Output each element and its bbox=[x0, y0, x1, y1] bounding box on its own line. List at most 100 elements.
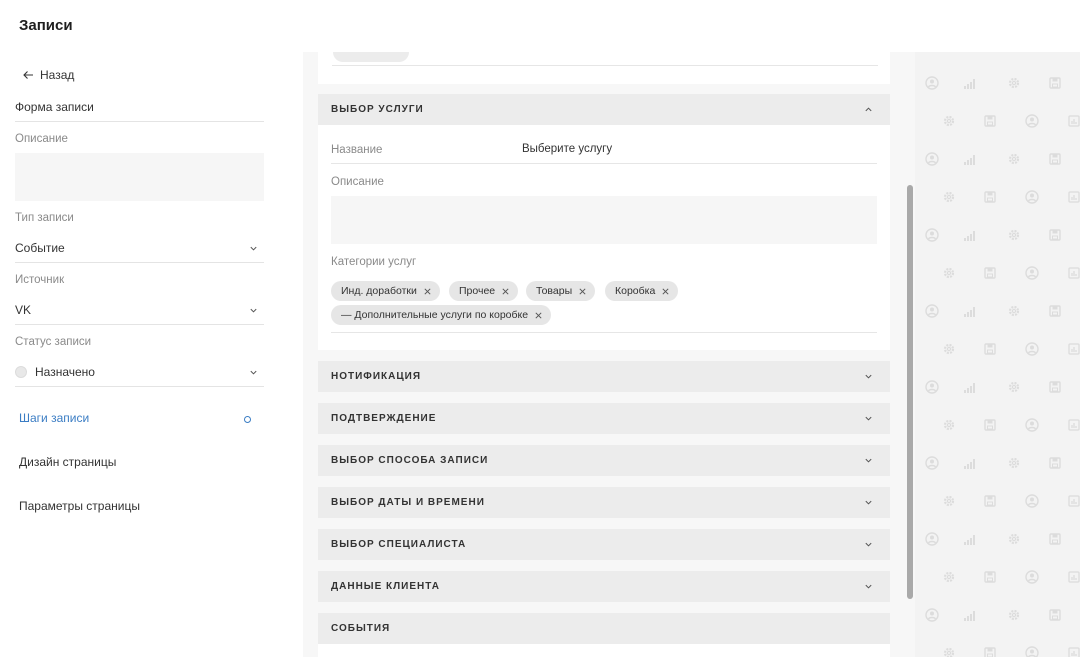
accordion-client-data[interactable]: ДАННЫЕ КЛИЕНТА bbox=[318, 571, 890, 602]
nav-item-params[interactable]: Параметры страницы bbox=[19, 499, 140, 513]
service-name-label: Название bbox=[331, 144, 383, 156]
top-bar: Записи bbox=[0, 0, 1080, 52]
accordion-date-time[interactable]: ВЫБОР ДАТЫ И ВРЕМЕНИ bbox=[318, 487, 890, 518]
accordion-booking-method[interactable]: ВЫБОР СПОСОБА ЗАПИСИ bbox=[318, 445, 890, 476]
chip-label: Коробка bbox=[615, 285, 656, 297]
gear-icon bbox=[1007, 152, 1021, 166]
source-value: VK bbox=[15, 303, 32, 317]
previous-card bbox=[318, 52, 890, 84]
chevron-down-icon bbox=[865, 500, 872, 505]
nav-item-design[interactable]: Дизайн страницы bbox=[19, 455, 116, 469]
back-link[interactable]: Назад bbox=[22, 68, 74, 82]
accordion-notification[interactable]: НОТИФИКАЦИЯ bbox=[318, 361, 890, 392]
chevron-down-icon bbox=[250, 246, 257, 251]
signal-bars-icon bbox=[963, 228, 977, 242]
accordion-events[interactable]: СОБЫТИЯ bbox=[318, 613, 890, 644]
record-type-select[interactable]: Событие bbox=[15, 239, 264, 263]
form-name-field[interactable]: Форма записи bbox=[15, 100, 264, 122]
status-label: Статус записи bbox=[15, 336, 92, 348]
chart-icon bbox=[1067, 114, 1080, 128]
category-chip: — Дополнительные услуги по коробке bbox=[331, 305, 552, 325]
chip-label: Инд. доработки bbox=[341, 285, 417, 297]
main-content: ВЫБОР УСЛУГИ Название Выберите услугу Оп… bbox=[303, 52, 915, 657]
arrow-left-icon bbox=[23, 71, 33, 79]
chart-icon bbox=[1067, 494, 1080, 508]
user-circle-icon bbox=[925, 76, 939, 90]
close-icon[interactable] bbox=[578, 287, 587, 296]
save-icon bbox=[1048, 608, 1062, 622]
save-icon bbox=[1048, 304, 1062, 318]
chart-icon bbox=[1067, 342, 1080, 356]
save-icon bbox=[983, 418, 997, 432]
accordion-confirmation[interactable]: ПОДТВЕРЖДЕНИЕ bbox=[318, 403, 890, 434]
gear-icon bbox=[942, 570, 956, 584]
close-icon[interactable] bbox=[423, 287, 432, 296]
source-select[interactable]: VK bbox=[15, 301, 264, 325]
divider bbox=[332, 65, 878, 66]
close-icon[interactable] bbox=[501, 287, 510, 296]
gear-icon bbox=[942, 114, 956, 128]
accordion-service[interactable]: ВЫБОР УСЛУГИ bbox=[318, 94, 890, 125]
background-pattern bbox=[915, 52, 1080, 657]
source-label: Источник bbox=[15, 274, 65, 286]
back-label: Назад bbox=[40, 68, 75, 82]
gear-icon bbox=[942, 418, 956, 432]
chart-icon bbox=[1067, 646, 1080, 657]
status-select[interactable]: Назначено bbox=[15, 363, 264, 387]
user-circle-icon bbox=[1025, 190, 1039, 204]
chart-icon bbox=[1067, 570, 1080, 584]
save-icon bbox=[1048, 380, 1062, 394]
gear-icon bbox=[1007, 608, 1021, 622]
accordion-title: ВЫБОР ДАТЫ И ВРЕМЕНИ bbox=[331, 497, 485, 508]
service-select[interactable]: Выберите услугу bbox=[522, 143, 612, 155]
chip-label: Товары bbox=[536, 285, 573, 297]
scrollbar[interactable] bbox=[907, 185, 913, 599]
signal-bars-icon bbox=[963, 456, 977, 470]
user-circle-icon bbox=[925, 608, 939, 622]
description-textarea[interactable] bbox=[15, 153, 264, 201]
divider bbox=[331, 332, 877, 333]
chevron-down-icon bbox=[250, 308, 257, 313]
active-ring-icon bbox=[244, 416, 251, 423]
chevron-down-icon bbox=[865, 374, 872, 379]
chevron-down-icon bbox=[250, 370, 257, 375]
record-type-label: Тип записи bbox=[15, 212, 74, 224]
events-card bbox=[318, 644, 890, 657]
close-icon[interactable] bbox=[534, 311, 543, 320]
accordion-title: СОБЫТИЯ bbox=[331, 623, 391, 634]
accordion-title: ПОДТВЕРЖДЕНИЕ bbox=[331, 413, 437, 424]
chevron-up-icon bbox=[865, 107, 872, 112]
gear-icon bbox=[942, 266, 956, 280]
save-icon bbox=[1048, 532, 1062, 546]
signal-bars-icon bbox=[963, 304, 977, 318]
chip-label: Прочее bbox=[459, 285, 496, 297]
signal-bars-icon bbox=[963, 152, 977, 166]
chart-icon bbox=[1067, 190, 1080, 204]
save-icon bbox=[1048, 76, 1062, 90]
category-chip: Прочее bbox=[449, 281, 519, 301]
user-circle-icon bbox=[925, 380, 939, 394]
category-chip: Инд. доработки bbox=[331, 281, 440, 301]
user-circle-icon bbox=[1025, 494, 1039, 508]
chart-icon bbox=[1067, 418, 1080, 432]
save-icon bbox=[983, 342, 997, 356]
status-dot-icon bbox=[15, 366, 27, 378]
gear-icon bbox=[1007, 228, 1021, 242]
user-circle-icon bbox=[1025, 342, 1039, 356]
accordion-title: ВЫБОР СПЕЦИАЛИСТА bbox=[331, 539, 467, 550]
service-description-textarea[interactable] bbox=[331, 196, 877, 244]
user-circle-icon bbox=[925, 304, 939, 318]
user-circle-icon bbox=[925, 228, 939, 242]
category-chip: Коробка bbox=[605, 281, 679, 301]
close-icon[interactable] bbox=[661, 287, 670, 296]
signal-bars-icon bbox=[963, 532, 977, 546]
gear-icon bbox=[1007, 380, 1021, 394]
page-title: Записи bbox=[19, 17, 73, 34]
gear-icon bbox=[942, 342, 956, 356]
gear-icon bbox=[1007, 76, 1021, 90]
category-chip: Товары bbox=[526, 281, 596, 301]
service-card: Название Выберите услугу Описание Катего… bbox=[318, 125, 890, 350]
nav-item-steps[interactable]: Шаги записи bbox=[19, 411, 89, 425]
accordion-specialist[interactable]: ВЫБОР СПЕЦИАЛИСТА bbox=[318, 529, 890, 560]
user-circle-icon bbox=[925, 152, 939, 166]
